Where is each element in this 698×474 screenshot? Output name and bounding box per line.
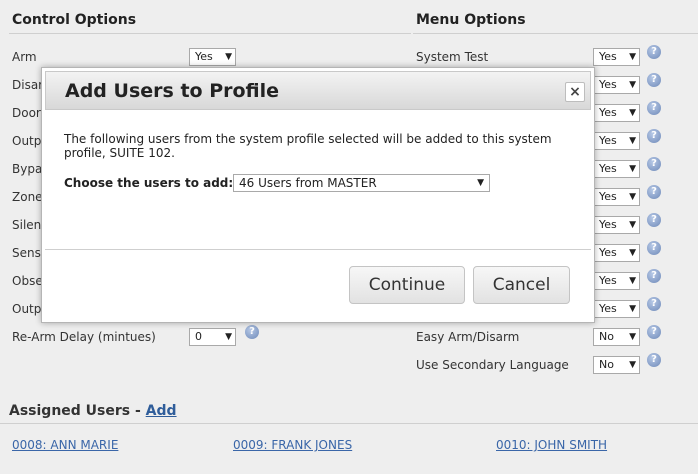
option-select[interactable]: Yes ▼ xyxy=(593,188,640,206)
option-select[interactable]: Yes ▼ xyxy=(593,300,640,318)
help-icon[interactable]: ? xyxy=(647,45,661,59)
option-row-easy-arm-disarm: Easy Arm/Disarm No ▼? xyxy=(0,325,698,355)
dropdown-arrow-icon: ▼ xyxy=(629,220,636,230)
option-select[interactable]: Yes ▼ xyxy=(593,132,640,150)
close-icon[interactable]: × xyxy=(565,82,585,102)
add-users-link[interactable]: Add xyxy=(146,403,177,419)
option-select-value: Yes xyxy=(599,106,617,119)
dropdown-arrow-icon: ▼ xyxy=(629,360,636,370)
assigned-users-heading: Assigned Users - Add xyxy=(9,403,177,419)
cancel-button[interactable]: Cancel xyxy=(473,266,570,304)
option-select-value: Yes xyxy=(599,302,617,315)
option-row-use-secondary-language: Use Secondary Language No ▼? xyxy=(0,353,698,383)
option-label: Easy Arm/Disarm xyxy=(416,330,520,344)
help-icon[interactable]: ? xyxy=(647,241,661,255)
help-icon[interactable]: ? xyxy=(647,269,661,283)
dropdown-arrow-icon: ▼ xyxy=(629,192,636,202)
users-source-select[interactable]: 46 Users from MASTER ▼ xyxy=(233,174,490,192)
option-select-value: Yes xyxy=(599,78,617,91)
menu-options-title: Menu Options xyxy=(416,12,526,28)
option-select[interactable]: Yes ▼ xyxy=(593,272,640,290)
option-select-value: Yes xyxy=(599,274,617,287)
option-select-value: Yes xyxy=(599,246,617,259)
help-icon[interactable]: ? xyxy=(647,129,661,143)
dropdown-arrow-icon: ▼ xyxy=(629,164,636,174)
user-link-ann-marie[interactable]: 0008: ANN MARIE xyxy=(12,438,118,452)
menu-options-rule xyxy=(413,33,698,34)
option-label: Use Secondary Language xyxy=(416,358,569,372)
dropdown-arrow-icon: ▼ xyxy=(629,332,636,342)
modal-header: Add Users to Profile × xyxy=(45,71,591,110)
control-options-rule xyxy=(9,33,411,34)
option-select-value: Yes xyxy=(599,162,617,175)
assigned-users-rule xyxy=(0,423,698,424)
dropdown-arrow-icon: ▼ xyxy=(629,276,636,286)
control-options-title: Control Options xyxy=(12,12,137,28)
assigned-users-title: Assigned Users - xyxy=(9,403,146,419)
option-select[interactable]: Yes ▼ xyxy=(593,104,640,122)
help-icon[interactable]: ? xyxy=(647,101,661,115)
add-users-modal: Add Users to Profile × The following use… xyxy=(41,67,595,323)
option-select[interactable]: No ▼ xyxy=(593,328,640,346)
help-icon[interactable]: ? xyxy=(647,297,661,311)
dropdown-arrow-icon: ▼ xyxy=(629,108,636,118)
user-link-john-smith[interactable]: 0010: JOHN SMITH xyxy=(496,438,607,452)
option-select[interactable]: Yes ▼ xyxy=(593,160,640,178)
choose-users-label: Choose the users to add: xyxy=(64,176,234,190)
dropdown-arrow-icon: ▼ xyxy=(629,52,636,62)
option-select-value: Yes xyxy=(599,134,617,147)
help-icon[interactable]: ? xyxy=(647,157,661,171)
dropdown-arrow-icon: ▼ xyxy=(629,136,636,146)
option-select-value: Yes xyxy=(599,190,617,203)
help-icon[interactable]: ? xyxy=(647,353,661,367)
help-icon[interactable]: ? xyxy=(647,213,661,227)
dropdown-arrow-icon: ▼ xyxy=(629,248,636,258)
help-icon[interactable]: ? xyxy=(647,73,661,87)
help-icon[interactable]: ? xyxy=(647,185,661,199)
user-link-frank-jones[interactable]: 0009: FRANK JONES xyxy=(233,438,352,452)
dropdown-arrow-icon: ▼ xyxy=(629,80,636,90)
option-select[interactable]: No ▼ xyxy=(593,356,640,374)
option-select-value: No xyxy=(599,358,614,371)
modal-divider xyxy=(45,249,591,250)
users-source-value: 46 Users from MASTER xyxy=(239,176,377,190)
option-select[interactable]: Yes ▼ xyxy=(593,216,640,234)
help-icon[interactable]: ? xyxy=(647,325,661,339)
dropdown-arrow-icon: ▼ xyxy=(477,178,484,188)
option-select-value: Yes xyxy=(599,50,617,63)
continue-button[interactable]: Continue xyxy=(349,266,465,304)
option-select[interactable]: Yes ▼ xyxy=(593,244,640,262)
dropdown-arrow-icon: ▼ xyxy=(629,304,636,314)
option-select[interactable]: Yes ▼ xyxy=(593,48,640,66)
option-select[interactable]: Yes ▼ xyxy=(593,76,640,94)
modal-message: The following users from the system prof… xyxy=(64,132,552,160)
modal-title: Add Users to Profile xyxy=(65,80,280,102)
option-select-value: No xyxy=(599,330,614,343)
option-select-value: Yes xyxy=(599,218,617,231)
option-label: System Test xyxy=(416,50,489,64)
